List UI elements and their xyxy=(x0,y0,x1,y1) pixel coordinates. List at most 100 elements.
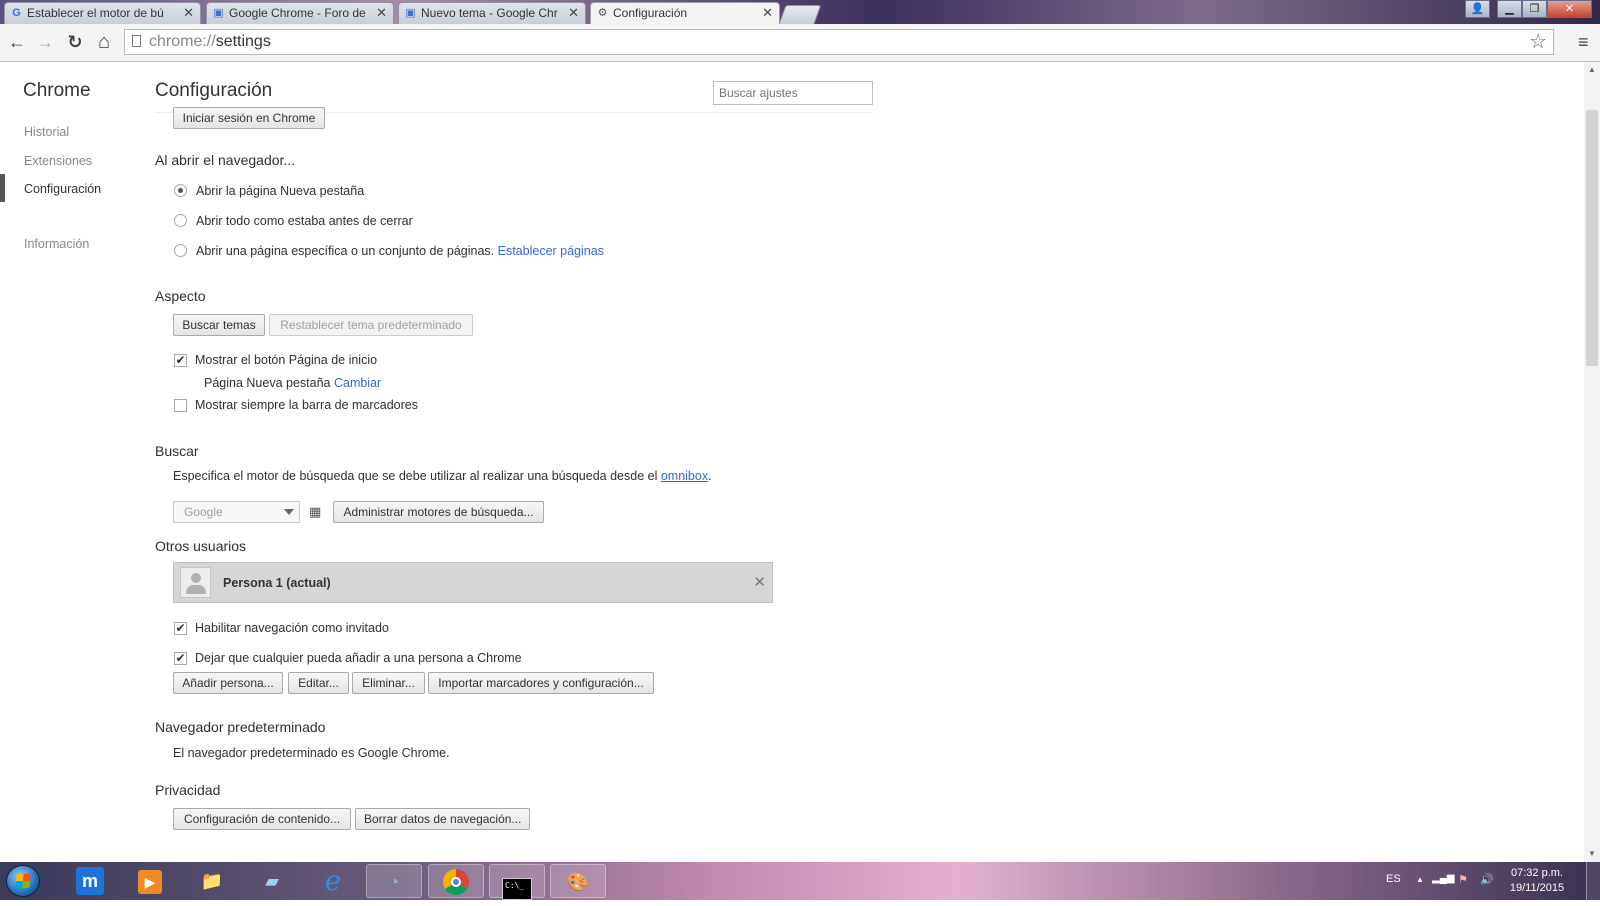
tab-foro-chrome[interactable]: ▣ Google Chrome - Foro de ✕ xyxy=(206,2,394,24)
sidebar-item-informacion[interactable]: Información xyxy=(24,237,89,251)
paint-icon[interactable]: 🎨 xyxy=(550,864,606,898)
volume-icon[interactable]: 🔊 xyxy=(1480,873,1494,886)
search-settings-input[interactable] xyxy=(713,81,873,105)
scrollbar[interactable]: ▲ ▼ xyxy=(1584,62,1600,862)
show-home-checkbox[interactable]: ✔ xyxy=(174,354,187,367)
tab-title: Configuración xyxy=(613,6,688,20)
tab-configuracion[interactable]: ⚙ Configuración ✕ xyxy=(590,2,780,25)
manage-search-engines-button[interactable]: Administrar motores de búsqueda... xyxy=(333,501,544,523)
scroll-down-arrow-icon[interactable]: ▼ xyxy=(1588,849,1596,858)
reload-icon[interactable]: ↻ xyxy=(64,31,86,53)
radio-new-tab[interactable] xyxy=(174,184,187,197)
change-home-link[interactable]: Cambiar xyxy=(334,376,381,390)
back-arrow-icon[interactable]: ← xyxy=(6,31,28,53)
anyone-add-checkbox[interactable]: ✔ xyxy=(174,652,187,665)
scrollbar-thumb[interactable] xyxy=(1586,110,1598,366)
radio-new-tab-label: Abrir la página Nueva pestaña xyxy=(196,184,365,198)
new-tab-button[interactable] xyxy=(778,5,822,24)
internet-explorer-icon[interactable]: e xyxy=(305,864,361,898)
radio-specific-pages[interactable] xyxy=(174,244,187,257)
get-themes-button[interactable]: Buscar temas xyxy=(173,314,265,336)
forward-arrow-icon[interactable]: → xyxy=(34,31,56,53)
notes-icon[interactable]: ▰ xyxy=(244,864,300,898)
omnibox-link[interactable]: omnibox xyxy=(661,469,708,483)
sidebar-brand: Chrome xyxy=(23,80,91,101)
close-tab-icon[interactable]: ✕ xyxy=(376,3,387,23)
clock-date: 19/11/2015 xyxy=(1509,882,1565,894)
search-description: Especifica el motor de búsqueda que se d… xyxy=(173,469,712,483)
media-player-icon[interactable]: ▶ xyxy=(122,864,178,898)
selected-indicator xyxy=(0,174,5,202)
guest-browsing-checkbox[interactable]: ✔ xyxy=(174,622,187,635)
default-browser-section-title: Navegador predeterminado xyxy=(155,719,326,735)
tab-nuevo-tema[interactable]: ▣ Nuevo tema - Google Chr ✕ xyxy=(398,2,586,24)
close-tab-icon[interactable]: ✕ xyxy=(183,3,194,23)
home-page-setting: Página Nueva pestaña Cambiar xyxy=(204,376,381,390)
address-bar[interactable]: chrome://settings ☆ xyxy=(124,29,1554,55)
home-icon[interactable]: ⌂ xyxy=(93,31,115,53)
radio-specific-pages-label: Abrir una página específica o un conjunt… xyxy=(196,244,604,258)
sign-in-button[interactable]: Iniciar sesión en Chrome xyxy=(173,107,325,129)
maxthon-icon[interactable]: m xyxy=(62,864,118,898)
system-clock[interactable]: 07:32 p.m. 19/11/2015 xyxy=(1507,866,1567,896)
url-path: settings xyxy=(215,33,271,50)
default-browser-status: El navegador predeterminado es Google Ch… xyxy=(173,746,450,760)
chrome-logo-icon xyxy=(443,869,469,895)
remove-profile-icon[interactable]: ✕ xyxy=(753,573,766,591)
show-hidden-icons-arrow[interactable]: ▲ xyxy=(1416,875,1424,884)
minimize-button[interactable]: ▁ xyxy=(1497,0,1522,18)
show-home-label: Mostrar el botón Página de inicio xyxy=(195,353,378,367)
chrome-taskbar-icon[interactable] xyxy=(428,864,484,898)
tab-establecer-motor[interactable]: G Establecer el motor de bú ✕ xyxy=(4,2,201,24)
tab-title: Establecer el motor de bú xyxy=(27,6,164,20)
edit-person-button[interactable]: Editar... xyxy=(288,672,349,694)
sidebar-item-extensiones[interactable]: Extensiones xyxy=(24,154,92,168)
network-signal-icon[interactable]: ▂▄▆ xyxy=(1432,873,1454,884)
command-prompt-icon[interactable]: C:\_ xyxy=(489,864,545,900)
language-indicator[interactable]: ES xyxy=(1386,873,1401,885)
show-desktop-button[interactable] xyxy=(1586,862,1600,900)
settings-page: Chrome Historial Extensiones Configuraci… xyxy=(0,62,1600,862)
profile-name: Persona 1 (actual) xyxy=(223,576,331,590)
people-section-title: Otros usuarios xyxy=(155,538,247,554)
taskbar: m ▶ 📁 ▰ e ◔ C:\_ 🎨 ES ▲ ▂▄▆ ⚑ 🔊 07:32 p.… xyxy=(0,862,1600,900)
scroll-up-arrow-icon[interactable]: ▲ xyxy=(1588,65,1596,74)
sidebar-item-configuracion[interactable]: Configuración xyxy=(24,182,101,196)
google-favicon-icon: G xyxy=(12,7,21,19)
page-title: Configuración xyxy=(155,80,273,101)
home-page-text: Página Nueva pestaña xyxy=(204,376,331,390)
steam-icon[interactable]: ◔ xyxy=(366,864,422,898)
close-tab-icon[interactable]: ✕ xyxy=(568,3,579,23)
bookmarks-bar-label: Mostrar siempre la barra de marcadores xyxy=(195,398,418,412)
bookmarks-bar-checkbox[interactable] xyxy=(174,399,187,412)
search-description-text: Especifica el motor de búsqueda que se d… xyxy=(173,469,658,483)
clock-time: 07:32 p.m. xyxy=(1511,867,1563,879)
close-window-button[interactable]: ✕ xyxy=(1547,0,1592,18)
chrome-logo-center xyxy=(451,877,461,887)
radio-continue-label: Abrir todo como estaba antes de cerrar xyxy=(196,214,413,228)
sidebar-item-historial[interactable]: Historial xyxy=(24,125,69,139)
page-icon xyxy=(132,35,141,47)
bookmark-star-icon[interactable]: ☆ xyxy=(1529,30,1547,54)
clear-browsing-data-button[interactable]: Borrar datos de navegación... xyxy=(355,808,530,830)
start-button[interactable] xyxy=(6,865,40,897)
profile-list-item[interactable]: Persona 1 (actual) ✕ xyxy=(173,562,773,603)
import-bookmarks-button[interactable]: Importar marcadores y configuración... xyxy=(428,672,654,694)
radio-continue[interactable] xyxy=(174,214,187,227)
close-tab-icon[interactable]: ✕ xyxy=(762,3,773,23)
user-icon[interactable]: 👤 xyxy=(1465,0,1490,18)
search-section-title: Buscar xyxy=(155,443,199,459)
set-pages-link[interactable]: Establecer páginas xyxy=(498,244,604,258)
browser-toolbar: ← → ↻ ⌂ chrome://settings ☆ ≡ xyxy=(0,24,1600,62)
search-engine-select[interactable]: Google xyxy=(173,501,300,523)
reset-theme-button[interactable]: Restablecer tema predeterminado xyxy=(269,314,473,336)
chrome-menu-icon[interactable]: ≡ xyxy=(1578,32,1589,52)
add-person-button[interactable]: Añadir persona... xyxy=(173,672,283,694)
folder-icon[interactable]: 📁 xyxy=(184,864,240,898)
action-center-flag-icon[interactable]: ⚑ xyxy=(1458,873,1468,886)
maximize-button[interactable]: ❐ xyxy=(1522,0,1547,18)
delete-person-button[interactable]: Eliminar... xyxy=(352,672,425,694)
content-settings-button[interactable]: Configuración de contenido... xyxy=(173,808,351,830)
enterprise-policy-icon: ▦ xyxy=(309,504,322,519)
anyone-add-label: Dejar que cualquier pueda añadir a una p… xyxy=(195,651,522,665)
